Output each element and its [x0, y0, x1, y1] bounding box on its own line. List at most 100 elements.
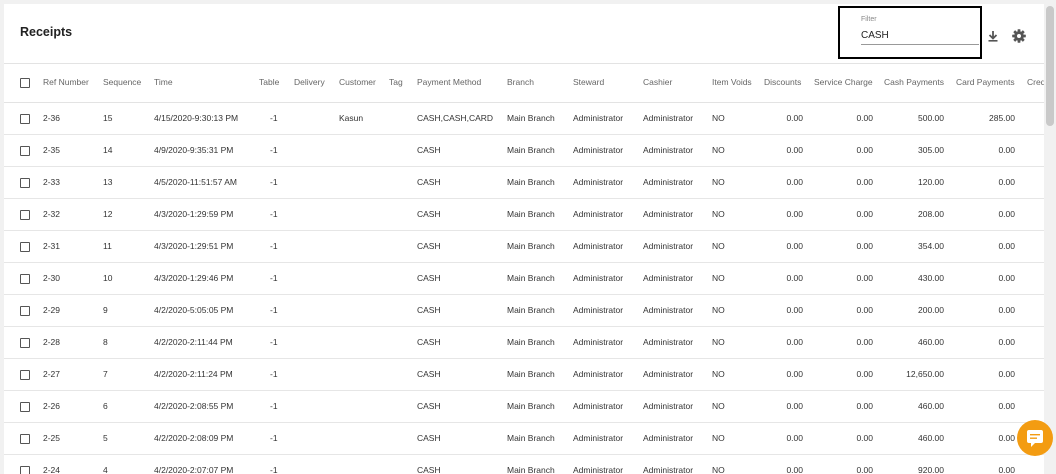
cell-sequence: 13: [103, 177, 113, 187]
cell-branch: Main Branch: [507, 273, 555, 283]
col-credit[interactable]: Cred: [1027, 77, 1044, 87]
col-discounts[interactable]: Discounts: [764, 77, 801, 87]
col-service-charge[interactable]: Service Charge: [814, 77, 873, 87]
row-checkbox[interactable]: [20, 402, 30, 412]
table-row[interactable]: 2-35 14 4/9/2020-9:35:31 PM -1 CASH Main…: [4, 135, 1044, 167]
table-row[interactable]: 2-30 10 4/3/2020-1:29:46 PM -1 CASH Main…: [4, 263, 1044, 295]
cell-steward: Administrator: [573, 433, 624, 443]
cell-time: 4/2/2020-5:05:05 PM: [154, 305, 234, 315]
cell-time: 4/2/2020-2:11:44 PM: [154, 337, 233, 347]
cell-table: -1: [270, 273, 278, 283]
cell-cash-payments: 305.00: [918, 145, 944, 155]
cell-sequence: 8: [103, 337, 108, 347]
table-row[interactable]: 2-31 11 4/3/2020-1:29:51 PM -1 CASH Main…: [4, 231, 1044, 263]
cell-branch: Main Branch: [507, 241, 555, 251]
table-row[interactable]: 2-27 7 4/2/2020-2:11:24 PM -1 CASH Main …: [4, 359, 1044, 391]
table-row[interactable]: 2-24 4 4/2/2020-2:07:07 PM -1 CASH Main …: [4, 455, 1044, 474]
cell-time: 4/9/2020-9:35:31 PM: [154, 145, 234, 155]
cell-cashier: Administrator: [643, 177, 694, 187]
cell-card-payments: 285.00: [989, 113, 1015, 123]
cell-cash-payments: 354.00: [918, 241, 944, 251]
cell-table: -1: [270, 401, 278, 411]
cell-ref-number: 2-30: [43, 273, 61, 283]
row-checkbox[interactable]: [20, 466, 30, 474]
cell-payment-method: CASH: [417, 209, 441, 219]
cell-cashier: Administrator: [643, 209, 694, 219]
col-sequence[interactable]: Sequence: [103, 77, 141, 87]
cell-cash-payments: 920.00: [918, 465, 944, 474]
cell-table: -1: [270, 465, 278, 474]
gear-icon[interactable]: [1011, 28, 1027, 44]
row-checkbox[interactable]: [20, 242, 30, 252]
col-customer[interactable]: Customer: [339, 77, 376, 87]
cell-item-voids: NO: [712, 369, 725, 379]
cell-branch: Main Branch: [507, 337, 555, 347]
table-row[interactable]: 2-36 15 4/15/2020-9:30:13 PM -1 Kasun CA…: [4, 103, 1044, 135]
cell-cash-payments: 460.00: [918, 337, 944, 347]
cell-payment-method: CASH: [417, 177, 441, 187]
select-all-checkbox[interactable]: [20, 78, 30, 88]
table-row[interactable]: 2-26 6 4/2/2020-2:08:55 PM -1 CASH Main …: [4, 391, 1044, 423]
row-checkbox[interactable]: [20, 210, 30, 220]
filter-field[interactable]: Filter: [838, 6, 982, 59]
cell-time: 4/3/2020-1:29:51 PM: [154, 241, 234, 251]
col-table[interactable]: Table: [259, 77, 279, 87]
col-branch[interactable]: Branch: [507, 77, 534, 87]
cell-steward: Administrator: [573, 465, 624, 474]
cell-payment-method: CASH,CASH,CARD: [417, 113, 494, 123]
table-row[interactable]: 2-32 12 4/3/2020-1:29:59 PM -1 CASH Main…: [4, 199, 1044, 231]
cell-table: -1: [270, 305, 278, 315]
col-tag[interactable]: Tag: [389, 77, 403, 87]
cell-sequence: 7: [103, 369, 108, 379]
cell-cash-payments: 208.00: [918, 209, 944, 219]
row-checkbox[interactable]: [20, 178, 30, 188]
col-steward[interactable]: Steward: [573, 77, 604, 87]
cell-service-charge: 0.00: [856, 433, 873, 443]
cell-branch: Main Branch: [507, 113, 555, 123]
cell-cashier: Administrator: [643, 113, 694, 123]
cell-steward: Administrator: [573, 145, 624, 155]
download-icon[interactable]: [985, 28, 1001, 44]
cell-item-voids: NO: [712, 465, 725, 474]
cell-payment-method: CASH: [417, 145, 441, 155]
row-checkbox[interactable]: [20, 274, 30, 284]
scrollbar-thumb[interactable]: [1046, 6, 1054, 126]
cell-table: -1: [270, 177, 278, 187]
receipts-panel: Receipts Filter Re: [4, 4, 1044, 474]
table-row[interactable]: 2-28 8 4/2/2020-2:11:44 PM -1 CASH Main …: [4, 327, 1044, 359]
row-checkbox[interactable]: [20, 146, 30, 156]
col-cash-payments[interactable]: Cash Payments: [884, 77, 944, 87]
cell-payment-method: CASH: [417, 273, 441, 283]
table-row[interactable]: 2-33 13 4/5/2020-11:51:57 AM -1 CASH Mai…: [4, 167, 1044, 199]
col-item-voids[interactable]: Item Voids: [712, 77, 752, 87]
row-checkbox[interactable]: [20, 114, 30, 124]
cell-branch: Main Branch: [507, 209, 555, 219]
cell-table: -1: [270, 145, 278, 155]
cell-card-payments: 0.00: [998, 241, 1015, 251]
row-checkbox[interactable]: [20, 370, 30, 380]
cell-ref-number: 2-24: [43, 465, 61, 474]
cell-service-charge: 0.00: [856, 401, 873, 411]
cell-item-voids: NO: [712, 177, 725, 187]
col-ref-number[interactable]: Ref Number: [43, 77, 89, 87]
cell-discounts: 0.00: [786, 401, 803, 411]
col-time[interactable]: Time: [154, 77, 173, 87]
cell-discounts: 0.00: [786, 209, 803, 219]
table-row[interactable]: 2-29 9 4/2/2020-5:05:05 PM -1 CASH Main …: [4, 295, 1044, 327]
col-payment-method[interactable]: Payment Method: [417, 77, 481, 87]
cell-steward: Administrator: [573, 241, 624, 251]
cell-cash-payments: 120.00: [918, 177, 944, 187]
cell-card-payments: 0.00: [998, 369, 1015, 379]
col-cashier[interactable]: Cashier: [643, 77, 672, 87]
cell-card-payments: 0.00: [998, 465, 1015, 474]
table-row[interactable]: 2-25 5 4/2/2020-2:08:09 PM -1 CASH Main …: [4, 423, 1044, 455]
row-checkbox[interactable]: [20, 306, 30, 316]
col-delivery[interactable]: Delivery: [294, 77, 325, 87]
cell-payment-method: CASH: [417, 369, 441, 379]
chat-button[interactable]: [1017, 420, 1053, 456]
row-checkbox[interactable]: [20, 434, 30, 444]
col-card-payments[interactable]: Card Payments: [956, 77, 1015, 87]
filter-input[interactable]: [861, 26, 979, 45]
row-checkbox[interactable]: [20, 338, 30, 348]
cell-item-voids: NO: [712, 305, 725, 315]
